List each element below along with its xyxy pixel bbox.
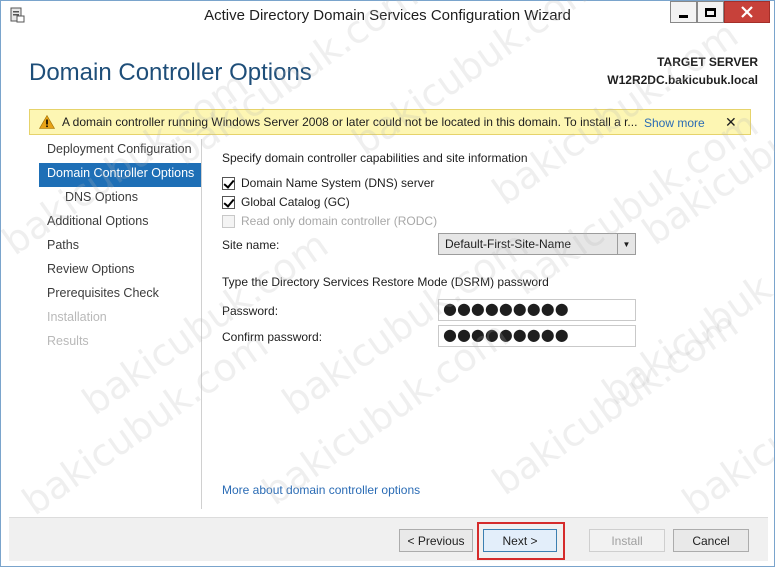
target-server-name: W12R2DC.bakicubuk.local <box>607 73 758 87</box>
warning-text: A domain controller running Windows Serv… <box>62 115 638 129</box>
next-button[interactable]: Next > <box>483 529 557 552</box>
close-icon <box>741 6 753 18</box>
nav-item-additional-options[interactable]: Additional Options <box>39 211 201 235</box>
watermark-text: bakicubuk.com <box>674 322 775 524</box>
site-name-label: Site name: <box>222 238 280 252</box>
global-catalog-checkbox-row[interactable]: Global Catalog (GC) <box>222 193 350 211</box>
rodc-checkbox <box>222 214 235 228</box>
close-button[interactable] <box>724 1 770 23</box>
warning-icon <box>39 115 55 129</box>
target-server-label: TARGET SERVER <box>657 55 758 69</box>
nav-item-prerequisites-check[interactable]: Prerequisites Check <box>39 283 201 307</box>
previous-button[interactable]: < Previous <box>399 529 473 552</box>
nav-item-deployment-configuration[interactable]: Deployment Configuration <box>39 139 201 163</box>
dns-server-checkbox-row[interactable]: Domain Name System (DNS) server <box>222 174 434 192</box>
wizard-footer: < Previous Next > Install Cancel <box>9 517 768 561</box>
dns-server-label: Domain Name System (DNS) server <box>241 176 435 190</box>
maximize-button[interactable] <box>697 1 724 23</box>
minimize-icon <box>679 14 688 18</box>
page-title: Domain Controller Options <box>29 59 312 86</box>
nav-item-domain-controller-options[interactable]: Domain Controller Options <box>39 163 201 187</box>
minimize-button[interactable] <box>670 1 697 23</box>
global-catalog-checkbox[interactable] <box>222 195 235 209</box>
capabilities-heading: Specify domain controller capabilities a… <box>222 151 528 165</box>
warning-banner: A domain controller running Windows Serv… <box>29 109 751 135</box>
maximize-icon <box>705 7 716 17</box>
wizard-header: Domain Controller Options TARGET SERVER … <box>9 31 766 109</box>
title-bar[interactable]: Active Directory Domain Services Configu… <box>1 1 774 31</box>
nav-item-results: Results <box>47 334 89 348</box>
more-about-options-link[interactable]: More about domain controller options <box>222 483 420 497</box>
dns-server-checkbox[interactable] <box>222 176 235 190</box>
nav-item-paths[interactable]: Paths <box>39 235 201 259</box>
show-more-link[interactable]: Show more <box>644 116 705 130</box>
rodc-label: Read only domain controller (RODC) <box>241 214 438 228</box>
install-button: Install <box>589 529 665 552</box>
password-label: Password: <box>222 304 279 318</box>
wizard-window: Active Directory Domain Services Configu… <box>0 0 775 567</box>
dsrm-heading: Type the Directory Services Restore Mode… <box>222 275 549 289</box>
rodc-checkbox-row: Read only domain controller (RODC) <box>222 212 437 230</box>
global-catalog-label: Global Catalog (GC) <box>241 195 350 209</box>
dismiss-warning-icon[interactable]: ✕ <box>725 114 737 131</box>
window-title: Active Directory Domain Services Configu… <box>204 7 571 24</box>
wizard-nav: Deployment Configuration Domain Controll… <box>39 139 201 355</box>
site-name-select[interactable]: Default-First-Site-Name ▼ <box>438 233 636 255</box>
nav-item-installation: Installation <box>47 310 107 324</box>
site-name-value: Default-First-Site-Name <box>445 237 572 251</box>
nav-item-review-options[interactable]: Review Options <box>39 259 201 283</box>
confirm-password-field[interactable]: ●●●●●●●●● <box>438 325 636 347</box>
chevron-down-icon[interactable]: ▼ <box>617 234 635 254</box>
cancel-button[interactable]: Cancel <box>673 529 749 552</box>
nav-divider <box>201 139 202 509</box>
confirm-password-label: Confirm password: <box>222 330 323 344</box>
password-field[interactable]: ●●●●●●●●● <box>438 299 636 321</box>
nav-item-dns-options[interactable]: DNS Options <box>39 187 201 211</box>
